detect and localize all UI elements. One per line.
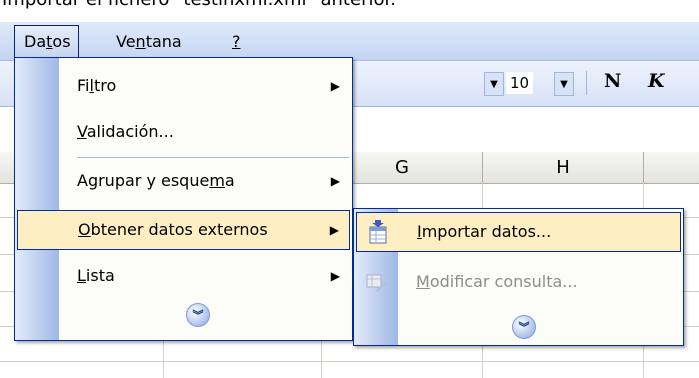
column-header-i bbox=[644, 152, 699, 184]
chevron-glyph: ︾ bbox=[518, 320, 530, 334]
menu-item-label: Lista bbox=[77, 266, 115, 285]
bold-button[interactable]: N bbox=[604, 70, 621, 92]
menu-ventana[interactable]: Ventana bbox=[110, 31, 188, 53]
menu-item-label: Agrupar y esquema bbox=[77, 171, 235, 190]
menu-item-label: Importar datos... bbox=[417, 222, 552, 241]
menu-help[interactable]: ? bbox=[226, 31, 247, 53]
menu-item-validacion[interactable]: Validación... bbox=[15, 112, 352, 152]
menu-item-importar-datos[interactable]: Importar datos... bbox=[356, 212, 681, 252]
font-name-dropdown-button[interactable]: ▼ bbox=[484, 72, 504, 96]
menu-ventana-label: Ventana bbox=[116, 32, 182, 51]
submenu-arrow-icon: ▶ bbox=[330, 79, 340, 93]
menu-separator bbox=[77, 157, 349, 158]
menu-item-filtro[interactable]: Filtro ▶ bbox=[15, 66, 352, 106]
grid-row-line bbox=[0, 361, 699, 362]
menu-item-label: Filtro bbox=[77, 76, 117, 95]
submenu-arrow-icon: ▶ bbox=[330, 269, 340, 283]
italic-button[interactable]: K bbox=[648, 70, 665, 92]
menu-item-modificar-consulta[interactable]: Modificar consulta... bbox=[354, 262, 683, 302]
font-size-dropdown-button[interactable]: ▼ bbox=[554, 72, 574, 96]
datos-menu: Filtro ▶ Validación... Agrupar y esquema… bbox=[14, 57, 353, 341]
menu-bar: Datos Ventana ? bbox=[0, 22, 699, 61]
menu-item-label: Modificar consulta... bbox=[416, 272, 578, 291]
chevron-down-icon: ▼ bbox=[490, 78, 498, 90]
obtener-datos-submenu: Importar datos... Modificar consulta... … bbox=[353, 208, 684, 346]
import-data-icon bbox=[369, 220, 387, 244]
caption-text: Importar el fichero "testinxml.xml" ante… bbox=[0, 0, 699, 11]
edit-query-icon bbox=[366, 274, 387, 292]
menu-item-obtener-datos-externos[interactable]: Obtener datos externos ▶ bbox=[17, 210, 350, 250]
menu-item-lista[interactable]: Lista ▶ bbox=[15, 256, 352, 296]
submenu-arrow-icon: ▶ bbox=[330, 174, 340, 188]
toolbar-separator bbox=[586, 71, 587, 95]
menu-item-agrupar[interactable]: Agrupar y esquema ▶ bbox=[15, 161, 352, 201]
submenu-arrow-icon: ▶ bbox=[329, 223, 339, 237]
chevron-glyph: ︾ bbox=[192, 308, 204, 322]
menu-item-label: Validación... bbox=[77, 122, 174, 141]
menu-item-label: Obtener datos externos bbox=[78, 220, 268, 239]
font-size-field[interactable]: 10 bbox=[506, 72, 534, 94]
menu-datos-label: Datos bbox=[24, 32, 71, 51]
menu-datos[interactable]: Datos bbox=[14, 25, 79, 58]
menu-help-label: ? bbox=[232, 32, 241, 51]
chevron-double-down-icon[interactable]: ︾ bbox=[512, 315, 536, 339]
chevron-down-icon: ▼ bbox=[560, 78, 568, 90]
chevron-double-down-icon[interactable]: ︾ bbox=[186, 303, 210, 327]
column-header-h[interactable]: H bbox=[483, 152, 644, 184]
